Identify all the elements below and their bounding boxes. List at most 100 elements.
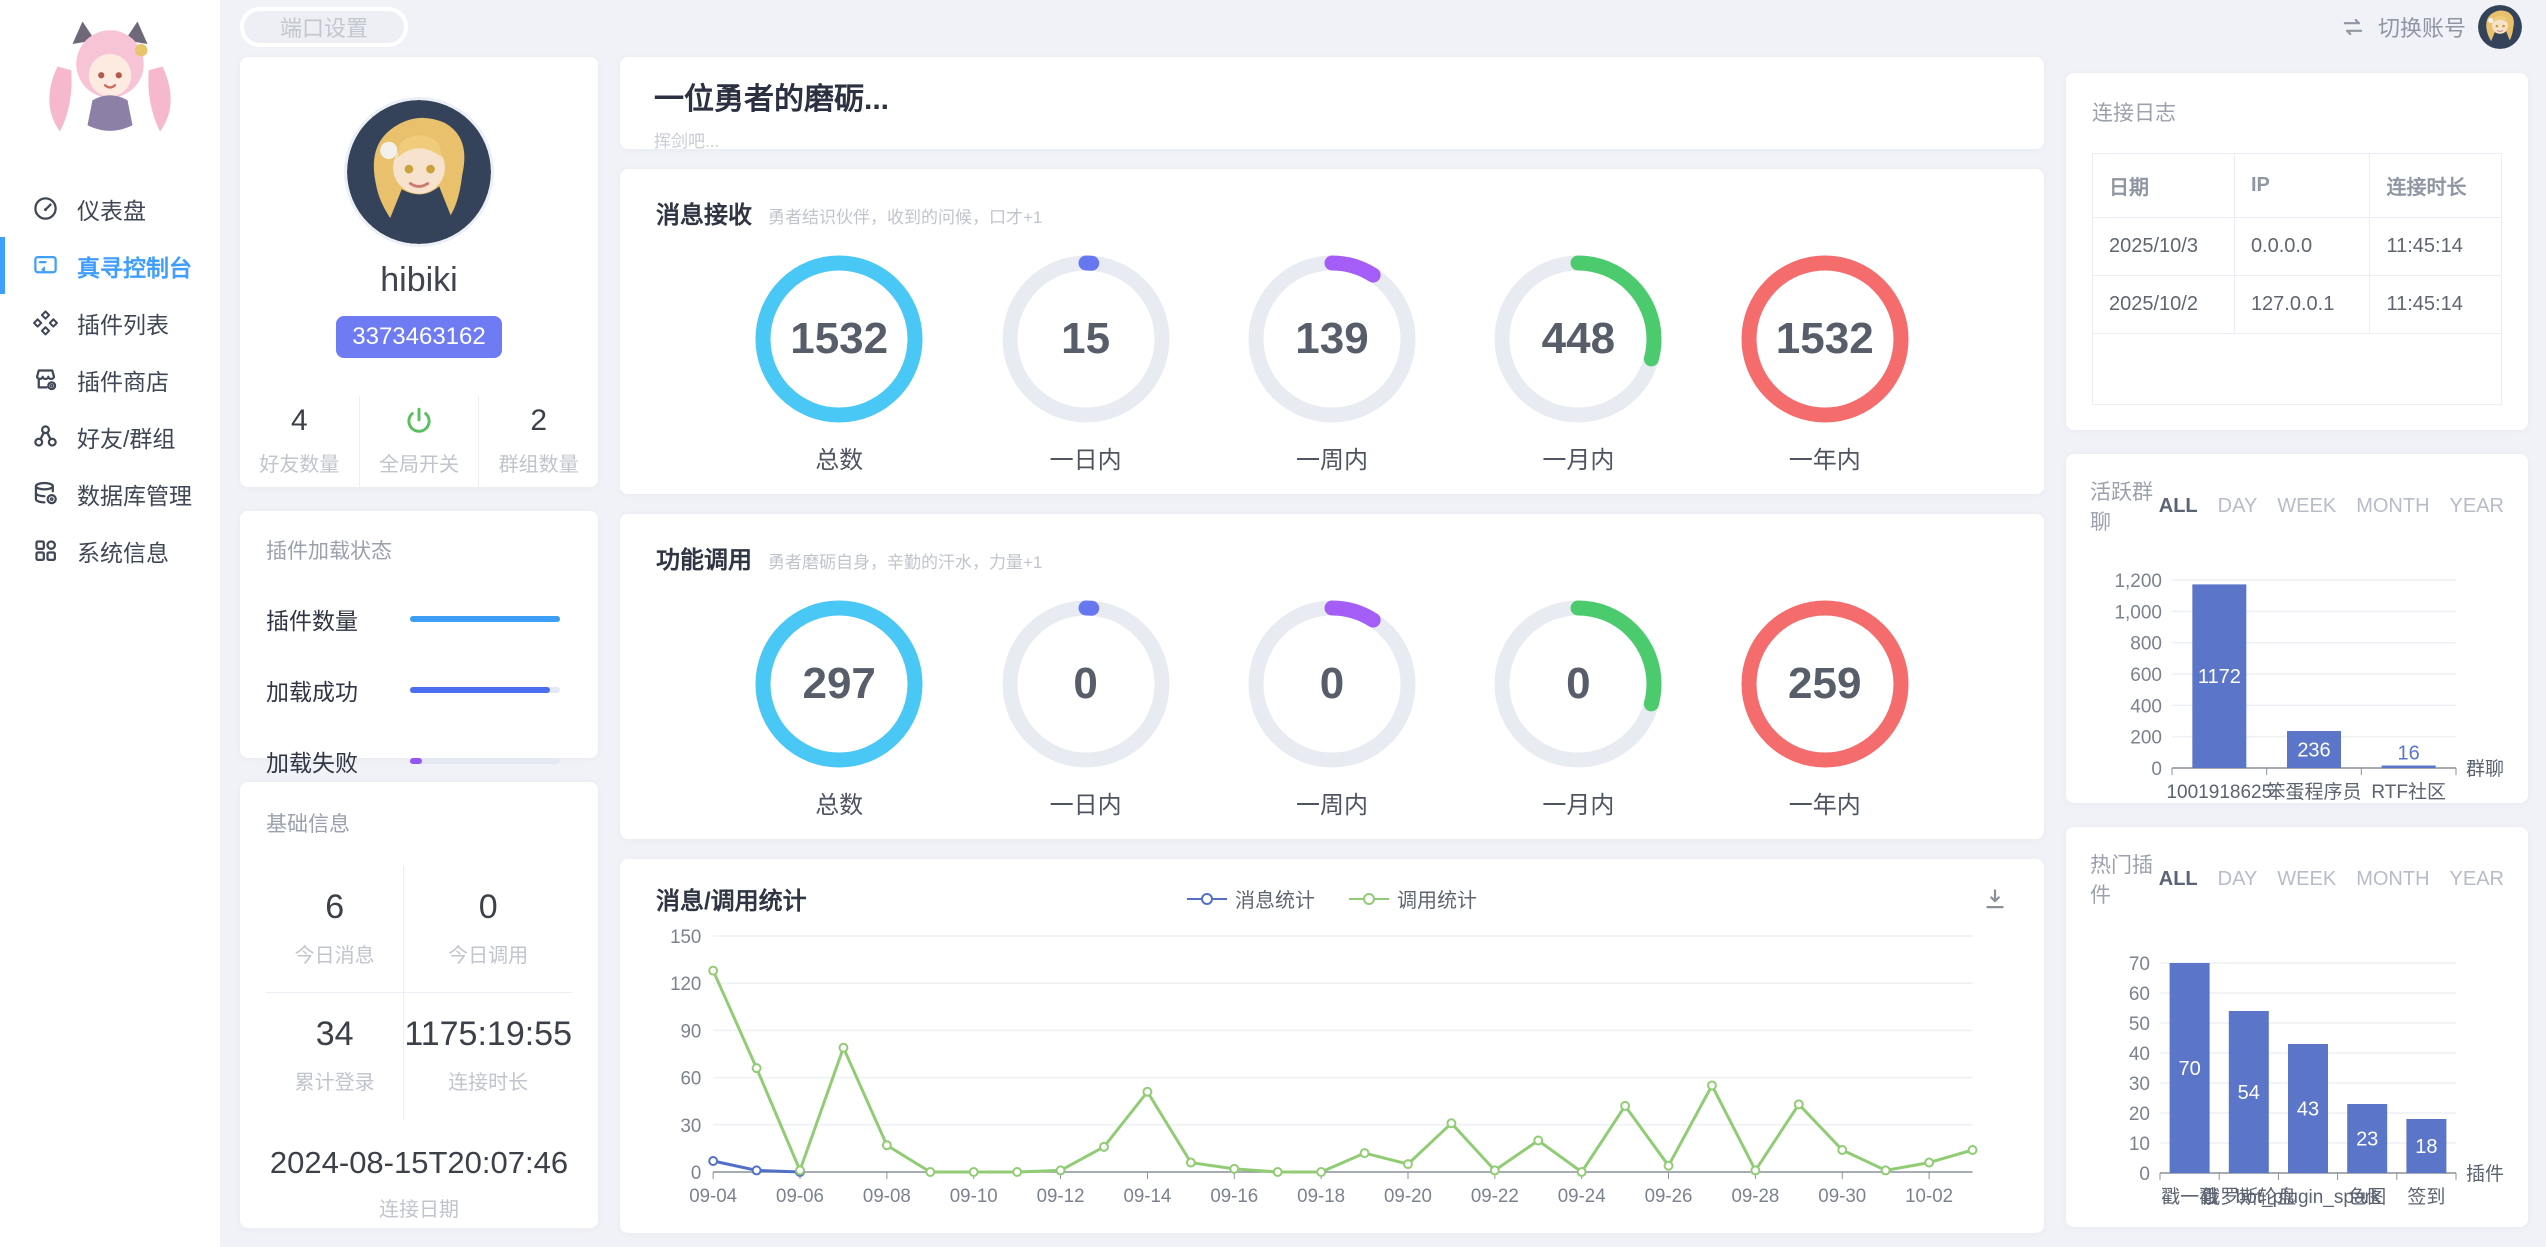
gauge-day: 0 一日内 xyxy=(1001,599,1171,820)
svg-text:70: 70 xyxy=(2129,954,2150,975)
gauge-row: 297 总数 0 一日内 0 一周内 0 一月内 xyxy=(656,599,2008,820)
svg-text:1,200: 1,200 xyxy=(2114,571,2162,592)
svg-text:40: 40 xyxy=(2129,1044,2150,1065)
gauge-month: 0 一月内 xyxy=(1493,599,1663,820)
topbar: 端口设置 切换账号 xyxy=(240,0,2528,54)
svg-text:0: 0 xyxy=(691,1162,701,1183)
svg-text:800: 800 xyxy=(2130,634,2162,655)
range-tabs: ALL DAY WEEK MONTH YEAR xyxy=(2159,495,2504,518)
svg-text:120: 120 xyxy=(670,973,701,994)
svg-text:30: 30 xyxy=(2129,1074,2150,1095)
progress-bar xyxy=(410,758,560,764)
switch-account-button[interactable]: 切换账号 xyxy=(2340,5,2522,49)
tab-all[interactable]: ALL xyxy=(2159,495,2198,518)
tab-month[interactable]: MONTH xyxy=(2356,868,2429,891)
tab-all[interactable]: ALL xyxy=(2159,868,2198,891)
svg-text:09-10: 09-10 xyxy=(950,1185,998,1206)
data-point xyxy=(1447,1119,1455,1127)
sidebar-nav: 仪表盘 真寻控制台 插件列表 插件商店 好友/群组 数据库管理 xyxy=(0,180,220,579)
stats-chart-card: 消息/调用统计 消息统计 xyxy=(620,859,2044,1233)
sidebar-item-console[interactable]: 真寻控制台 xyxy=(0,237,220,294)
data-point xyxy=(1013,1168,1021,1176)
today-calls-stat: 0 今日调用 xyxy=(404,866,572,993)
gauge-week: 139 一周内 xyxy=(1247,254,1417,475)
center-column: 一位勇者的磨砺... 挥剑吧... 消息接收 勇者结识伙伴，收到的问候，口才+1… xyxy=(620,57,2044,1233)
legend-call-series[interactable]: 调用统计 xyxy=(1349,884,1477,913)
profile-card: hibiki 3373463162 4 好友数量 全局开关 2 xyxy=(240,57,598,487)
port-settings-button[interactable]: 端口设置 xyxy=(240,7,408,47)
legend-message-series[interactable]: 消息统计 xyxy=(1187,884,1315,913)
card-title: 活跃群聊 xyxy=(2090,476,2159,536)
friend-count-stat: 4 好友数量 xyxy=(240,396,359,487)
progress-row: 加载失败 xyxy=(266,744,572,778)
tab-year[interactable]: YEAR xyxy=(2450,495,2504,518)
tab-month[interactable]: MONTH xyxy=(2356,495,2429,518)
data-point xyxy=(1838,1146,1846,1154)
svg-text:236: 236 xyxy=(2297,740,2330,762)
gauge-year: 259 一年内 xyxy=(1740,599,1910,820)
sidebar-item-label: 真寻控制台 xyxy=(77,249,192,283)
download-icon[interactable] xyxy=(1982,886,2008,912)
svg-text:1,000: 1,000 xyxy=(2114,602,2162,623)
global-switch[interactable]: 全局开关 xyxy=(359,396,479,487)
svg-text:09-06: 09-06 xyxy=(776,1185,824,1206)
data-point xyxy=(1925,1159,1933,1167)
main-area: 端口设置 切换账号 hibiki 3373463162 4 好友数量 xyxy=(220,0,2546,1247)
tab-year[interactable]: YEAR xyxy=(2450,868,2504,891)
svg-text:90: 90 xyxy=(680,1020,701,1041)
data-point xyxy=(926,1168,934,1176)
sidebar-item-system-info[interactable]: 系统信息 xyxy=(0,522,220,579)
gauge-row: 1532 总数 15 一日内 139 一周内 448 xyxy=(656,254,2008,475)
svg-text:200: 200 xyxy=(2130,728,2162,749)
data-point xyxy=(1882,1166,1890,1174)
sidebar-item-friends-groups[interactable]: 好友/群组 xyxy=(0,408,220,465)
data-point xyxy=(1534,1137,1542,1145)
svg-text:色图: 色图 xyxy=(2348,1186,2386,1208)
data-point xyxy=(1361,1149,1369,1157)
tab-week[interactable]: WEEK xyxy=(2277,495,2336,518)
data-point xyxy=(753,1166,761,1174)
page-title: 一位勇者的磨砺... xyxy=(654,74,2010,118)
svg-text:09-28: 09-28 xyxy=(1731,1185,1779,1206)
svg-text:插件: 插件 xyxy=(2466,1163,2504,1185)
gauge-month: 448 一月内 xyxy=(1493,254,1663,475)
topbar-avatar[interactable] xyxy=(2478,5,2522,49)
switch-account-label: 切换账号 xyxy=(2378,11,2466,43)
data-point xyxy=(1795,1100,1803,1108)
system-icon xyxy=(32,537,59,564)
data-point xyxy=(970,1168,978,1176)
progress-row: 加载成功 xyxy=(266,673,572,707)
card-title: 基础信息 xyxy=(266,808,572,838)
tab-week[interactable]: WEEK xyxy=(2277,868,2336,891)
line-series xyxy=(713,971,1972,1172)
progress-bar xyxy=(410,616,560,622)
tab-day[interactable]: DAY xyxy=(2218,495,2258,518)
data-point xyxy=(1230,1165,1238,1173)
svg-text:18: 18 xyxy=(2415,1136,2437,1158)
sidebar-item-plugin-store[interactable]: 插件商店 xyxy=(0,351,220,408)
data-point xyxy=(1751,1166,1759,1174)
sidebar-item-dashboard[interactable]: 仪表盘 xyxy=(0,180,220,237)
connect-duration-stat: 1175:19:55 连接时长 xyxy=(404,993,572,1119)
svg-text:09-22: 09-22 xyxy=(1471,1185,1519,1206)
bot-uid-badge: 3373463162 xyxy=(336,316,501,358)
card-title: 连接日志 xyxy=(2092,97,2502,127)
hero-card: 一位勇者的磨砺... 挥剑吧... xyxy=(620,57,2044,149)
svg-text:1172: 1172 xyxy=(2198,666,2241,688)
tab-day[interactable]: DAY xyxy=(2218,868,2258,891)
swap-icon xyxy=(2340,14,2366,40)
sidebar: 仪表盘 真寻控制台 插件列表 插件商店 好友/群组 数据库管理 xyxy=(0,0,220,1247)
sidebar-item-database[interactable]: 数据库管理 xyxy=(0,465,220,522)
data-point xyxy=(1143,1088,1151,1096)
connection-log-table: 日期 IP 连接时长 2025/10/3 0.0.0.0 11:45:14 xyxy=(2092,153,2502,405)
page-subtitle: 挥剑吧... xyxy=(654,127,2010,152)
svg-text:0: 0 xyxy=(2139,1164,2150,1185)
card-title: 热门插件 xyxy=(2090,849,2159,909)
sidebar-item-plugin-list[interactable]: 插件列表 xyxy=(0,294,220,351)
data-point xyxy=(1578,1168,1586,1176)
legend-marker xyxy=(1187,892,1227,906)
svg-text:09-16: 09-16 xyxy=(1210,1185,1258,1206)
svg-text:RTF社区: RTF社区 xyxy=(2371,781,2446,803)
gauge-day: 15 一日内 xyxy=(1001,254,1171,475)
svg-text:09-04: 09-04 xyxy=(689,1185,737,1206)
